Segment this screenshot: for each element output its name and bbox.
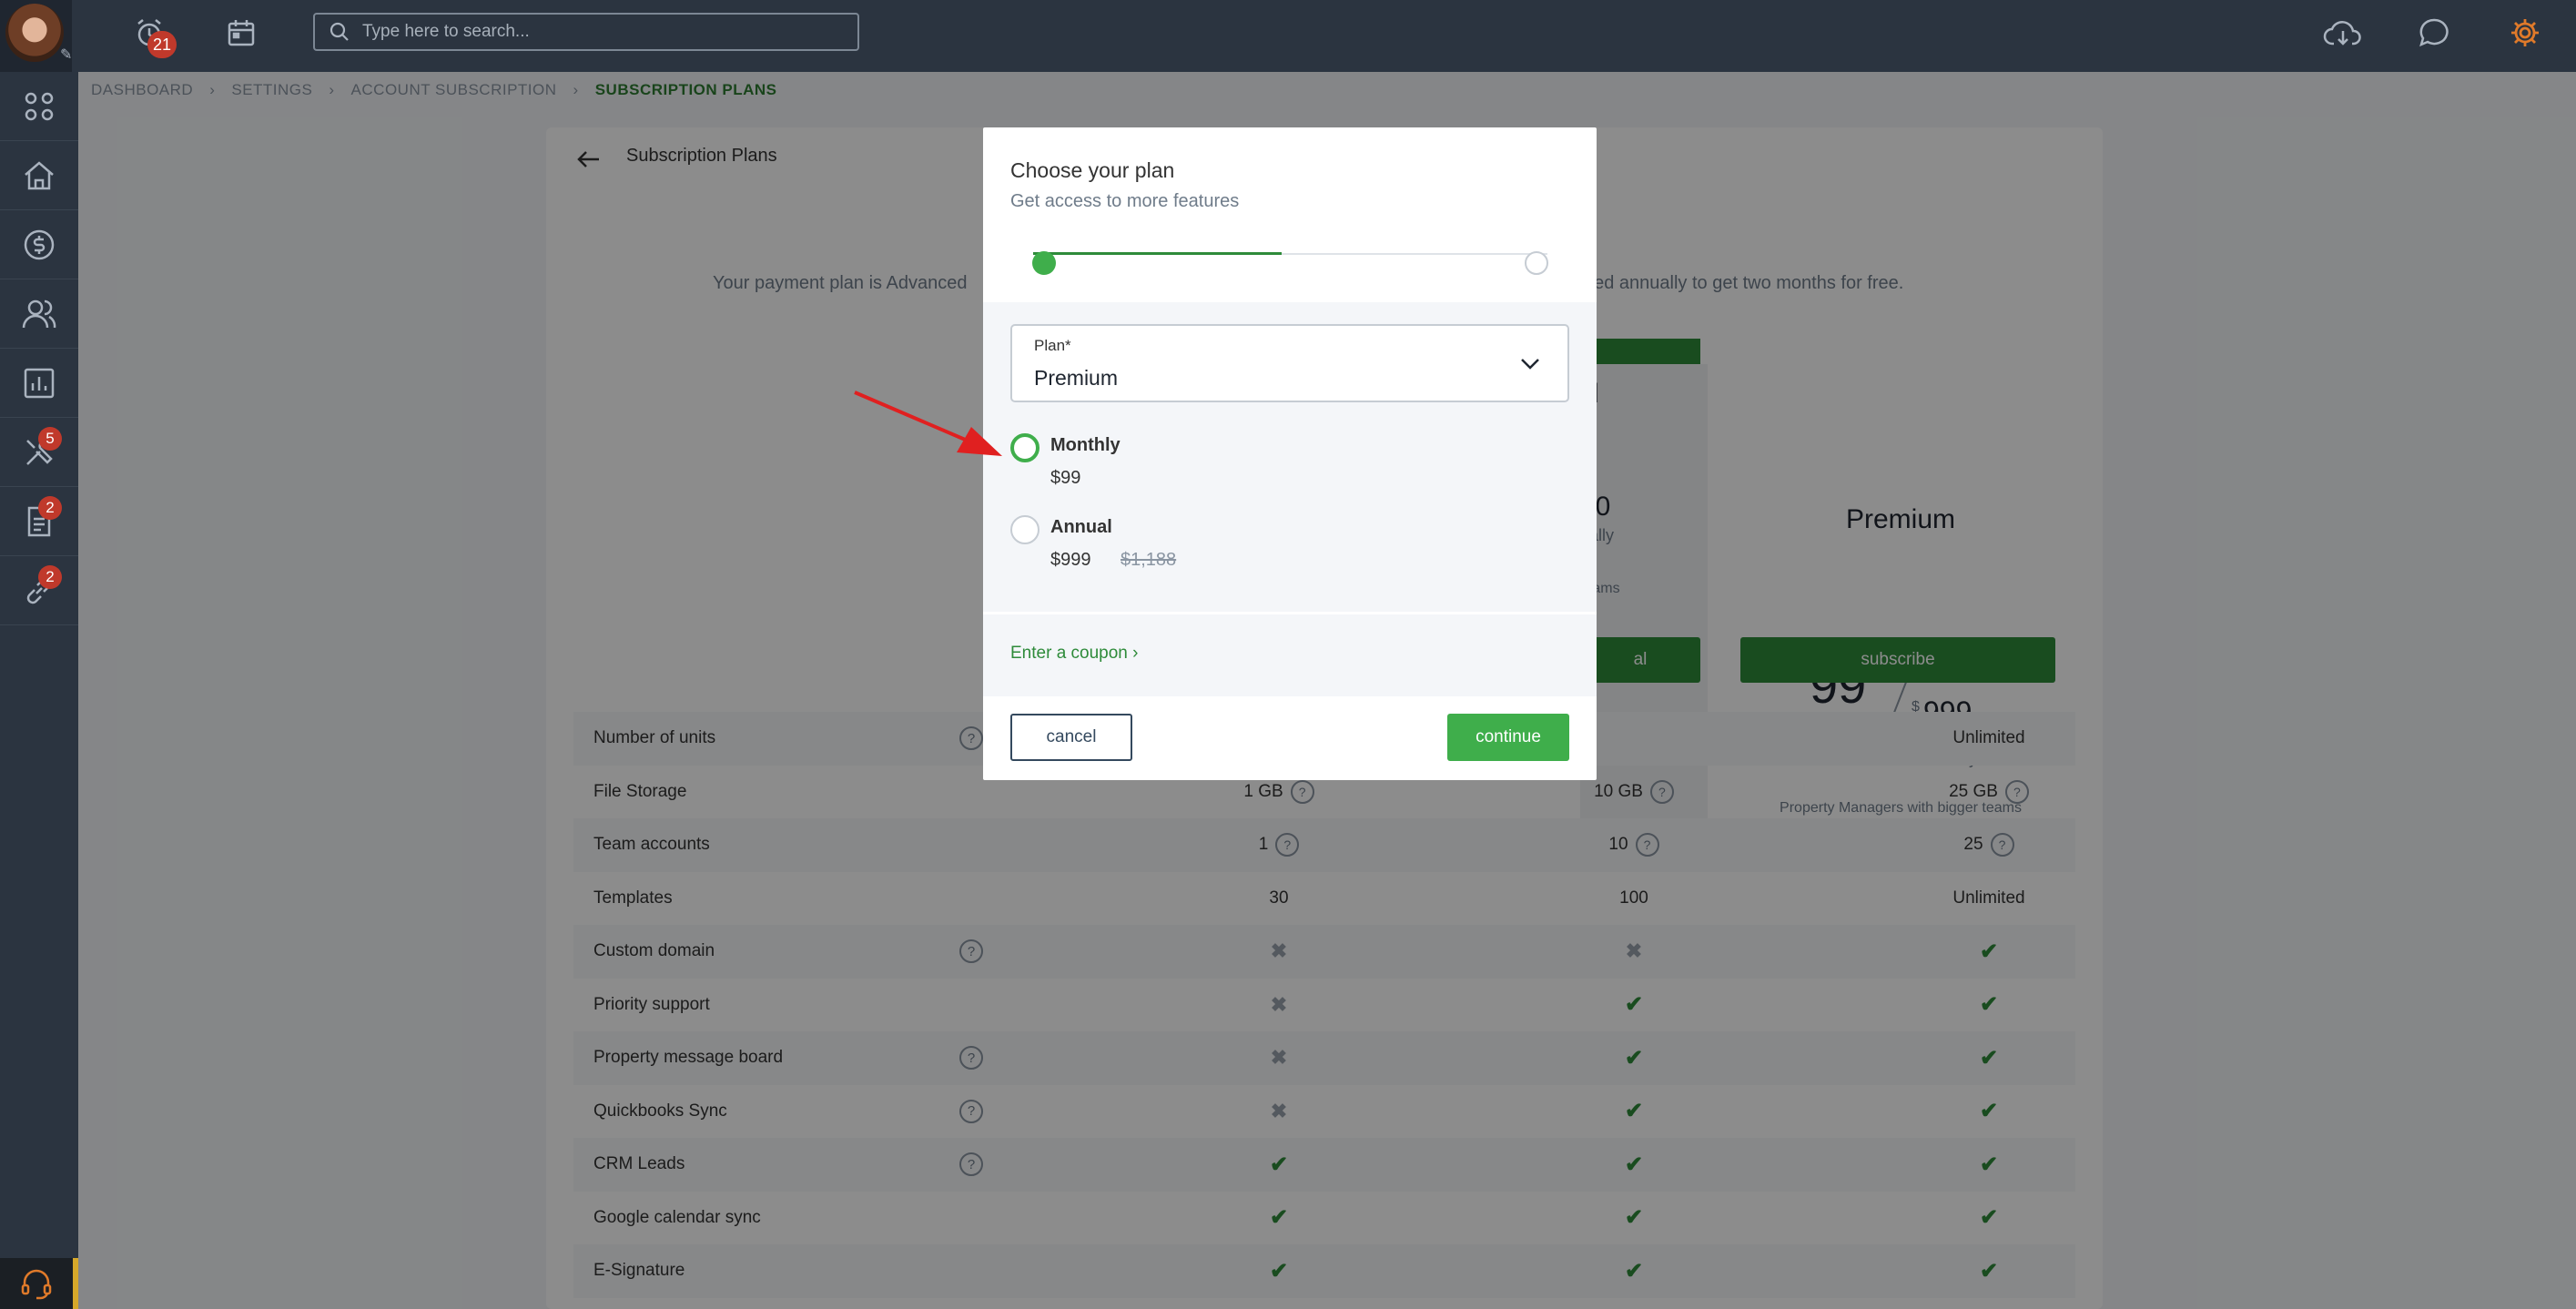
monthly-option-title[interactable]: Monthly xyxy=(1050,435,1121,456)
chevron-right-icon: › xyxy=(1132,644,1139,663)
annotation-arrow-icon xyxy=(854,391,1002,456)
sidebar-item-apps[interactable] xyxy=(0,72,78,141)
annual-option-price: $999 xyxy=(1050,550,1091,570)
support-button[interactable] xyxy=(0,1258,78,1309)
sidebar-item-people[interactable] xyxy=(0,279,78,349)
chat-icon[interactable] xyxy=(2414,13,2454,53)
enter-coupon-link[interactable]: Enter a coupon › xyxy=(1010,644,1138,664)
calendar-icon[interactable] xyxy=(221,13,261,53)
gear-icon[interactable] xyxy=(2505,13,2545,53)
top-bar: ✎ 21 xyxy=(0,0,2576,72)
annual-option-title[interactable]: Annual xyxy=(1050,517,1112,538)
apps-grid-icon xyxy=(25,92,54,120)
plan-select[interactable]: Plan* Premium xyxy=(1010,324,1569,402)
sidebar-item-reports[interactable] xyxy=(0,349,78,418)
search-box[interactable] xyxy=(313,13,859,51)
monthly-option-price: $99 xyxy=(1050,468,1081,488)
sidebar-item-links[interactable]: 2 xyxy=(0,556,78,625)
choose-plan-modal: Choose your plan Get access to more feat… xyxy=(983,127,1597,780)
plan-select-label: Plan* xyxy=(1034,337,1071,354)
step-2-indicator xyxy=(1525,251,1548,275)
sidebar-item-maintenance[interactable]: 5 xyxy=(0,418,78,487)
user-photo xyxy=(5,4,64,62)
annual-old-price: $1,188 xyxy=(1121,550,1177,570)
cloud-download-icon[interactable] xyxy=(2321,13,2365,53)
documents-badge: 2 xyxy=(38,496,62,520)
people-icon xyxy=(22,299,56,328)
dollar-icon xyxy=(24,229,55,259)
links-badge: 2 xyxy=(38,565,62,589)
chevron-down-icon xyxy=(1521,359,1539,370)
sidebar-item-home[interactable] xyxy=(0,141,78,210)
cancel-button[interactable]: cancel xyxy=(1010,714,1132,761)
sidebar: 5 2 2 xyxy=(0,72,78,1309)
search-icon xyxy=(330,22,349,41)
coupon-link-text: Enter a coupon xyxy=(1010,644,1128,663)
sidebar-item-finance[interactable] xyxy=(0,210,78,279)
pin-icon: ✎ xyxy=(60,47,73,63)
monthly-radio[interactable] xyxy=(1010,433,1040,462)
stepper-fill xyxy=(1033,252,1282,255)
step-1-indicator xyxy=(1032,251,1056,275)
avatar[interactable]: ✎ xyxy=(0,0,72,72)
annual-radio[interactable] xyxy=(1010,515,1040,544)
notification-badge: 21 xyxy=(147,31,177,58)
alarm-icon[interactable]: 21 xyxy=(129,13,177,58)
headset-icon xyxy=(21,1269,52,1300)
home-icon xyxy=(25,160,54,189)
modal-subtitle: Get access to more features xyxy=(1010,191,1240,211)
modal-title: Choose your plan xyxy=(1010,158,1175,182)
sidebar-item-documents[interactable]: 2 xyxy=(0,487,78,556)
search-input[interactable] xyxy=(362,22,836,42)
plan-select-value: Premium xyxy=(1034,366,1119,390)
continue-button[interactable]: continue xyxy=(1447,714,1569,761)
chart-icon xyxy=(24,368,55,398)
maintenance-badge: 5 xyxy=(38,427,62,451)
progress-stepper xyxy=(1033,252,1547,255)
